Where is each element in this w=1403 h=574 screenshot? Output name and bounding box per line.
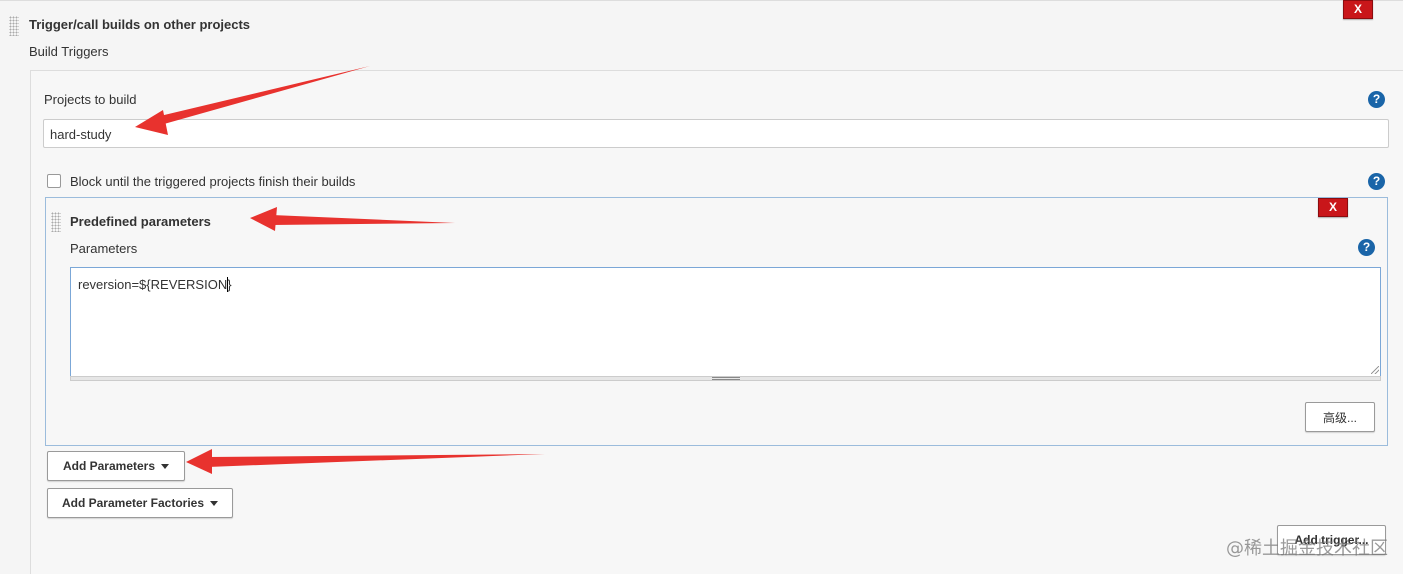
annotation-arrow-projects [160, 66, 370, 124]
annotation-arrow-predefined-head [250, 207, 277, 231]
annotation-arrow-params-head [186, 449, 212, 474]
annotation-arrow-params [208, 454, 545, 467]
annotation-arrow-projects-head [135, 110, 168, 135]
annotation-arrows [135, 66, 545, 474]
annotation-arrow-predefined [272, 215, 455, 225]
